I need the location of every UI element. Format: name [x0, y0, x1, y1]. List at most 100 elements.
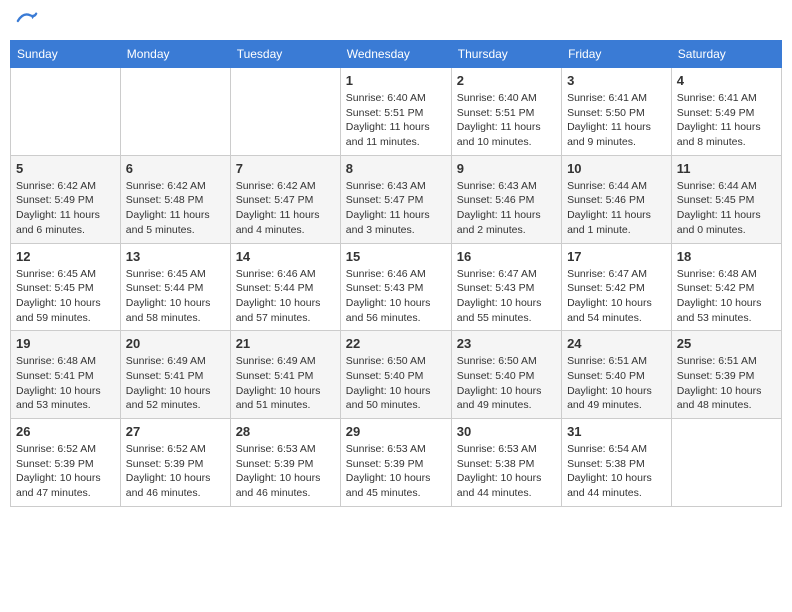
calendar-day-cell: 12 Sunrise: 6:45 AM Sunset: 5:45 PM Dayli… — [11, 243, 121, 331]
day-info: Sunrise: 6:53 AM Sunset: 5:39 PM Dayligh… — [236, 442, 335, 501]
calendar-day-cell: 14 Sunrise: 6:46 AM Sunset: 5:44 PM Dayli… — [230, 243, 340, 331]
calendar-header-row: SundayMondayTuesdayWednesdayThursdayFrid… — [11, 41, 782, 68]
day-info: Sunrise: 6:44 AM Sunset: 5:45 PM Dayligh… — [677, 179, 776, 238]
calendar-day-cell: 27 Sunrise: 6:52 AM Sunset: 5:39 PM Dayli… — [120, 419, 230, 507]
day-info: Sunrise: 6:51 AM Sunset: 5:39 PM Dayligh… — [677, 354, 776, 413]
calendar-day-cell: 1 Sunrise: 6:40 AM Sunset: 5:51 PM Daylig… — [340, 68, 451, 156]
calendar-body: 1 Sunrise: 6:40 AM Sunset: 5:51 PM Daylig… — [11, 68, 782, 507]
calendar-day-cell — [671, 419, 781, 507]
calendar-day-cell: 9Sunrise: 6:43 AM Sunset: 5:46 PM Daylig… — [451, 155, 561, 243]
day-info: Sunrise: 6:42 AM Sunset: 5:48 PM Dayligh… — [126, 179, 225, 238]
day-of-week-header: Tuesday — [230, 41, 340, 68]
calendar-day-cell: 19 Sunrise: 6:48 AM Sunset: 5:41 PM Dayli… — [11, 331, 121, 419]
day-number: 9 — [457, 161, 556, 176]
day-number: 6 — [126, 161, 225, 176]
day-number: 16 — [457, 249, 556, 264]
day-info: Sunrise: 6:48 AM Sunset: 5:42 PM Dayligh… — [677, 267, 776, 326]
day-of-week-header: Monday — [120, 41, 230, 68]
day-number: 15 — [346, 249, 446, 264]
calendar-day-cell: 10 Sunrise: 6:44 AM Sunset: 5:46 PM Dayli… — [562, 155, 672, 243]
calendar-day-cell: 31 Sunrise: 6:54 AM Sunset: 5:38 PM Dayli… — [562, 419, 672, 507]
day-of-week-header: Sunday — [11, 41, 121, 68]
day-info: Sunrise: 6:42 AM Sunset: 5:47 PM Dayligh… — [236, 179, 335, 238]
day-info: Sunrise: 6:51 AM Sunset: 5:40 PM Dayligh… — [567, 354, 666, 413]
day-of-week-header: Thursday — [451, 41, 561, 68]
day-number: 24 — [567, 336, 666, 351]
day-info: Sunrise: 6:46 AM Sunset: 5:43 PM Dayligh… — [346, 267, 446, 326]
calendar-day-cell: 21Sunrise: 6:49 AM Sunset: 5:41 PM Dayli… — [230, 331, 340, 419]
day-number: 12 — [16, 249, 115, 264]
calendar-week-row: 26 Sunrise: 6:52 AM Sunset: 5:39 PM Dayli… — [11, 419, 782, 507]
day-info: Sunrise: 6:44 AM Sunset: 5:46 PM Dayligh… — [567, 179, 666, 238]
day-info: Sunrise: 6:52 AM Sunset: 5:39 PM Dayligh… — [16, 442, 115, 501]
day-number: 7 — [236, 161, 335, 176]
day-info: Sunrise: 6:43 AM Sunset: 5:47 PM Dayligh… — [346, 179, 446, 238]
calendar-day-cell: 3 Sunrise: 6:41 AM Sunset: 5:50 PM Daylig… — [562, 68, 672, 156]
calendar-day-cell — [230, 68, 340, 156]
day-info: Sunrise: 6:45 AM Sunset: 5:44 PM Dayligh… — [126, 267, 225, 326]
day-number: 31 — [567, 424, 666, 439]
calendar-day-cell: 16 Sunrise: 6:47 AM Sunset: 5:43 PM Dayli… — [451, 243, 561, 331]
calendar-day-cell: 8 Sunrise: 6:43 AM Sunset: 5:47 PM Daylig… — [340, 155, 451, 243]
day-number: 23 — [457, 336, 556, 351]
day-number: 28 — [236, 424, 335, 439]
calendar-day-cell: 7 Sunrise: 6:42 AM Sunset: 5:47 PM Daylig… — [230, 155, 340, 243]
calendar-day-cell: 18Sunrise: 6:48 AM Sunset: 5:42 PM Dayli… — [671, 243, 781, 331]
day-number: 14 — [236, 249, 335, 264]
day-info: Sunrise: 6:40 AM Sunset: 5:51 PM Dayligh… — [346, 91, 446, 150]
day-of-week-header: Friday — [562, 41, 672, 68]
logo-icon — [16, 10, 38, 32]
calendar-day-cell: 2Sunrise: 6:40 AM Sunset: 5:51 PM Daylig… — [451, 68, 561, 156]
day-info: Sunrise: 6:49 AM Sunset: 5:41 PM Dayligh… — [236, 354, 335, 413]
day-info: Sunrise: 6:50 AM Sunset: 5:40 PM Dayligh… — [346, 354, 446, 413]
day-info: Sunrise: 6:52 AM Sunset: 5:39 PM Dayligh… — [126, 442, 225, 501]
day-number: 8 — [346, 161, 446, 176]
day-info: Sunrise: 6:47 AM Sunset: 5:42 PM Dayligh… — [567, 267, 666, 326]
day-number: 19 — [16, 336, 115, 351]
calendar-day-cell: 22 Sunrise: 6:50 AM Sunset: 5:40 PM Dayli… — [340, 331, 451, 419]
day-of-week-header: Saturday — [671, 41, 781, 68]
day-info: Sunrise: 6:47 AM Sunset: 5:43 PM Dayligh… — [457, 267, 556, 326]
day-info: Sunrise: 6:42 AM Sunset: 5:49 PM Dayligh… — [16, 179, 115, 238]
day-number: 26 — [16, 424, 115, 439]
day-info: Sunrise: 6:46 AM Sunset: 5:44 PM Dayligh… — [236, 267, 335, 326]
day-of-week-header: Wednesday — [340, 41, 451, 68]
calendar-day-cell: 13 Sunrise: 6:45 AM Sunset: 5:44 PM Dayli… — [120, 243, 230, 331]
calendar-day-cell: 24 Sunrise: 6:51 AM Sunset: 5:40 PM Dayli… — [562, 331, 672, 419]
day-number: 1 — [346, 73, 446, 88]
day-number: 20 — [126, 336, 225, 351]
day-info: Sunrise: 6:45 AM Sunset: 5:45 PM Dayligh… — [16, 267, 115, 326]
page-header — [10, 10, 782, 32]
calendar-table: SundayMondayTuesdayWednesdayThursdayFrid… — [10, 40, 782, 507]
calendar-day-cell: 5 Sunrise: 6:42 AM Sunset: 5:49 PM Daylig… — [11, 155, 121, 243]
calendar-day-cell: 4 Sunrise: 6:41 AM Sunset: 5:49 PM Daylig… — [671, 68, 781, 156]
day-info: Sunrise: 6:41 AM Sunset: 5:49 PM Dayligh… — [677, 91, 776, 150]
calendar-day-cell: 25 Sunrise: 6:51 AM Sunset: 5:39 PM Dayli… — [671, 331, 781, 419]
day-info: Sunrise: 6:54 AM Sunset: 5:38 PM Dayligh… — [567, 442, 666, 501]
calendar-day-cell: 30Sunrise: 6:53 AM Sunset: 5:38 PM Dayli… — [451, 419, 561, 507]
day-info: Sunrise: 6:49 AM Sunset: 5:41 PM Dayligh… — [126, 354, 225, 413]
day-info: Sunrise: 6:48 AM Sunset: 5:41 PM Dayligh… — [16, 354, 115, 413]
calendar-day-cell: 15 Sunrise: 6:46 AM Sunset: 5:43 PM Dayli… — [340, 243, 451, 331]
calendar-week-row: 5 Sunrise: 6:42 AM Sunset: 5:49 PM Daylig… — [11, 155, 782, 243]
day-number: 13 — [126, 249, 225, 264]
day-number: 17 — [567, 249, 666, 264]
day-number: 27 — [126, 424, 225, 439]
calendar-week-row: 19 Sunrise: 6:48 AM Sunset: 5:41 PM Dayli… — [11, 331, 782, 419]
calendar-day-cell: 20 Sunrise: 6:49 AM Sunset: 5:41 PM Dayli… — [120, 331, 230, 419]
day-number: 4 — [677, 73, 776, 88]
calendar-day-cell: 28 Sunrise: 6:53 AM Sunset: 5:39 PM Dayli… — [230, 419, 340, 507]
day-number: 25 — [677, 336, 776, 351]
day-info: Sunrise: 6:41 AM Sunset: 5:50 PM Dayligh… — [567, 91, 666, 150]
day-number: 22 — [346, 336, 446, 351]
day-number: 5 — [16, 161, 115, 176]
day-info: Sunrise: 6:53 AM Sunset: 5:38 PM Dayligh… — [457, 442, 556, 501]
day-number: 3 — [567, 73, 666, 88]
calendar-day-cell: 23Sunrise: 6:50 AM Sunset: 5:40 PM Dayli… — [451, 331, 561, 419]
calendar-day-cell: 26 Sunrise: 6:52 AM Sunset: 5:39 PM Dayli… — [11, 419, 121, 507]
calendar-week-row: 12 Sunrise: 6:45 AM Sunset: 5:45 PM Dayli… — [11, 243, 782, 331]
day-number: 10 — [567, 161, 666, 176]
day-number: 29 — [346, 424, 446, 439]
calendar-day-cell: 29Sunrise: 6:53 AM Sunset: 5:39 PM Dayli… — [340, 419, 451, 507]
day-number: 11 — [677, 161, 776, 176]
